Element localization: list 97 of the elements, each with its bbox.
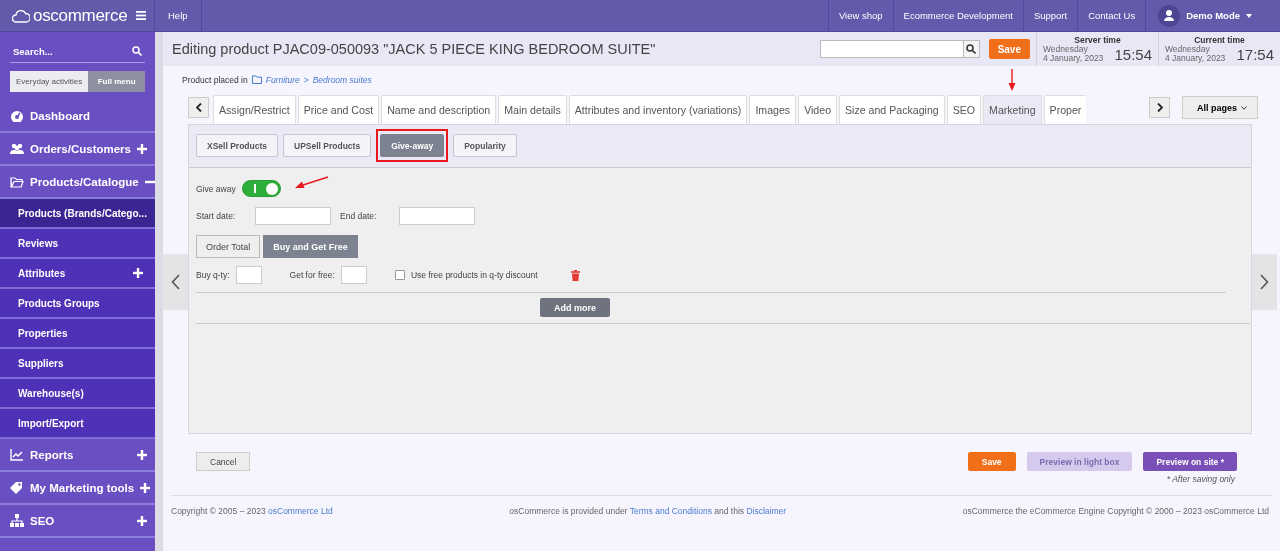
sidebar-subitem[interactable]: Attributes: [0, 259, 155, 289]
scroll-right-button[interactable]: [1149, 97, 1170, 118]
delete-button[interactable]: [571, 269, 580, 281]
mode-tab[interactable]: Buy and Get Free: [263, 235, 358, 258]
date-field[interactable]: [255, 207, 331, 225]
sidebar-subitem[interactable]: Suppliers: [0, 349, 155, 379]
chevron-left-icon: [195, 103, 202, 112]
clock-label: Current time: [1193, 35, 1246, 45]
tab[interactable]: SEO: [946, 95, 982, 124]
menu-mode-tab[interactable]: Everyday activities: [10, 71, 89, 92]
quantity-field[interactable]: [235, 266, 262, 284]
breadcrumb-link[interactable]: Bedroom suites: [312, 74, 372, 85]
subtab[interactable]: UPSell Products: [283, 134, 372, 157]
clock-date: 4 January, 2023: [1043, 54, 1104, 63]
mode-tab[interactable]: Order Total: [196, 235, 261, 258]
checkbox[interactable]: [394, 270, 405, 280]
dashboard-gauge-icon: [10, 109, 24, 122]
subtab[interactable]: XSell Products: [196, 134, 278, 157]
annotation-arrow-icon: [294, 175, 329, 190]
chevron-right-icon: [1260, 274, 1269, 290]
chevron-down-icon: [1241, 105, 1247, 110]
tab[interactable]: Size and Packaging: [839, 95, 945, 124]
breadcrumb-link[interactable]: Furniture: [265, 74, 300, 85]
tab[interactable]: Proper: [1043, 95, 1087, 124]
tab[interactable]: Price and Cost: [297, 95, 380, 124]
top-nav-link[interactable]: Ecommerce Development: [892, 0, 1023, 31]
line-chart-icon: [10, 448, 24, 461]
annotation-arrow-icon: [1008, 69, 1017, 91]
top-nav-link[interactable]: View shop: [827, 0, 893, 31]
clock-day: Wednesday: [1165, 45, 1226, 54]
action-button: Preview in light box: [1026, 452, 1133, 471]
field-label: Buy q-ty:: [196, 270, 230, 280]
next-button[interactable]: [1252, 254, 1277, 310]
footer-text: osCommerce the eCommerce Engine Copyright © 2000 – 2023 osCommerce Ltd: [962, 506, 1269, 516]
cancel-button[interactable]: Cancel: [196, 452, 251, 471]
breadcrumb-separator: >: [303, 74, 309, 85]
search-icon: [132, 46, 142, 56]
page-title: Editing product PJAC09-050093 "JACK 5 PIECE KING BEDROOM SUITE": [172, 41, 657, 57]
user-menu[interactable]: Demo Mode: [1145, 0, 1280, 31]
footer-link[interactable]: osCommerce Ltd: [268, 506, 333, 516]
help-link[interactable]: Help: [155, 0, 202, 31]
toggle-switch[interactable]: [241, 180, 281, 197]
users-icon: [10, 142, 24, 155]
field-label: Get for free:: [289, 270, 335, 280]
cloud-logo-icon: [12, 7, 30, 24]
clock-time: 15:54: [1114, 45, 1152, 63]
previous-button[interactable]: [163, 254, 188, 310]
field-label: Start date:: [196, 211, 237, 221]
folder-icon: [10, 175, 24, 188]
sitemap-icon: [10, 514, 24, 527]
top-nav-link[interactable]: Support: [1022, 0, 1078, 31]
tab[interactable]: Main details: [498, 95, 567, 124]
sidebar-subitem[interactable]: Products Groups: [0, 289, 155, 319]
footer-link[interactable]: Disclaimer: [746, 506, 787, 516]
breadcrumb-label: Product placed in: [182, 74, 248, 85]
checkbox-label: Use free products in q-ty discount: [410, 270, 538, 280]
clock-time: 17:54: [1236, 45, 1274, 63]
clock-day: Wednesday: [1043, 45, 1104, 54]
date-field[interactable]: [399, 207, 475, 225]
search-field[interactable]: Search...: [13, 45, 132, 57]
footer-link[interactable]: Terms and Conditions: [629, 506, 712, 516]
logo-text: oscommerce: [33, 5, 129, 26]
field-label: Give away: [196, 183, 236, 194]
sidebar-subitem[interactable]: Warehouse(s): [0, 379, 155, 409]
tab[interactable]: Attributes and inventory (variations): [568, 95, 748, 124]
chevron-left-icon: [171, 274, 180, 290]
menu-icon: [136, 11, 146, 20]
tab[interactable]: Name and description: [381, 95, 497, 124]
subtab[interactable]: Popularity: [453, 134, 517, 157]
folder-icon: [251, 75, 262, 84]
footer-text: osCommerce is provided under Terms and Conditions and this Disclaimer: [509, 506, 787, 516]
tab[interactable]: Images: [749, 95, 797, 124]
search-icon: [966, 44, 977, 54]
tab[interactable]: Assign/Restrict: [213, 95, 296, 124]
add-more-button[interactable]: Add more: [540, 298, 610, 317]
all-pages-dropdown[interactable]: All pages: [1182, 96, 1258, 119]
trash-icon: [571, 269, 580, 281]
tab[interactable]: Video: [798, 95, 838, 124]
caret-icon: [1246, 13, 1252, 18]
field-label: End date:: [340, 211, 378, 221]
scroll-left-button[interactable]: [188, 97, 209, 118]
user-avatar-icon: [1158, 4, 1181, 27]
sidebar-subitem[interactable]: Properties: [0, 319, 155, 349]
subtab[interactable]: Give-away: [380, 134, 445, 157]
action-button[interactable]: Preview on site *: [1143, 452, 1237, 471]
top-nav-link[interactable]: Contact Us: [1077, 0, 1146, 31]
sidebar-subitem[interactable]: Reviews: [0, 229, 155, 259]
search-field[interactable]: [819, 40, 980, 58]
footnote: * After saving only: [1166, 474, 1235, 484]
clock-label: Server time: [1073, 35, 1122, 45]
chevron-right-icon: [1156, 103, 1163, 112]
tag-icon: [10, 481, 24, 494]
quantity-field[interactable]: [340, 266, 367, 284]
clock-date: 4 January, 2023: [1165, 54, 1226, 63]
footer-text: Copyright © 2005 – 2023 osCommerce Ltd: [171, 506, 333, 516]
sidebar-subitem[interactable]: Import/Export: [0, 409, 155, 439]
sidebar-subitem[interactable]: Products (Brands/Catego...: [0, 199, 155, 229]
